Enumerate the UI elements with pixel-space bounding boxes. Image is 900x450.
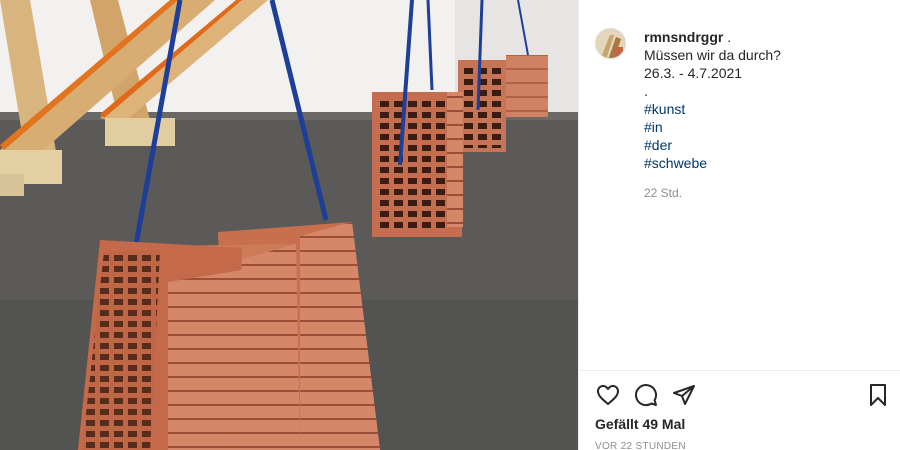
avatar[interactable] — [595, 28, 626, 59]
like-count[interactable]: Gefällt 49 Mal — [595, 416, 685, 432]
brick-sculpture-photo — [0, 0, 578, 450]
bookmark-icon — [870, 384, 886, 406]
comment-button[interactable] — [633, 382, 659, 408]
caption-line-3: . — [644, 83, 648, 99]
hashtag-schwebe[interactable]: #schwebe — [644, 154, 781, 172]
like-button[interactable] — [595, 382, 621, 408]
hashtag-kunst[interactable]: #kunst — [644, 100, 781, 118]
caption-text: rmnsndrggr . Müssen wir da durch? 26.3. … — [644, 28, 781, 202]
paper-plane-icon — [673, 385, 695, 405]
comment-icon — [635, 384, 658, 407]
actions-divider — [579, 370, 900, 371]
caption-comment: rmnsndrggr . Müssen wir da durch? 26.3. … — [595, 28, 890, 202]
action-bar — [595, 382, 891, 408]
post-image[interactable] — [0, 0, 578, 450]
caption-line-1: Müssen wir da durch? — [644, 47, 781, 63]
hashtag-der[interactable]: #der — [644, 136, 781, 154]
author-username-suffix: . — [723, 29, 732, 45]
post-side-panel: rmnsndrggr . Müssen wir da durch? 26.3. … — [578, 0, 900, 450]
save-button[interactable] — [865, 382, 891, 408]
comment-timestamp[interactable]: 22 Std. — [644, 184, 781, 202]
caption-line-2: 26.3. - 4.7.2021 — [644, 65, 743, 81]
share-button[interactable] — [671, 382, 697, 408]
heart-icon — [597, 385, 619, 405]
author-username[interactable]: rmnsndrggr — [644, 29, 723, 45]
front-bricks — [78, 222, 380, 450]
avatar-image — [596, 29, 625, 58]
hashtag-in[interactable]: #in — [644, 118, 781, 136]
post-age[interactable]: VOR 22 STUNDEN — [595, 441, 686, 450]
